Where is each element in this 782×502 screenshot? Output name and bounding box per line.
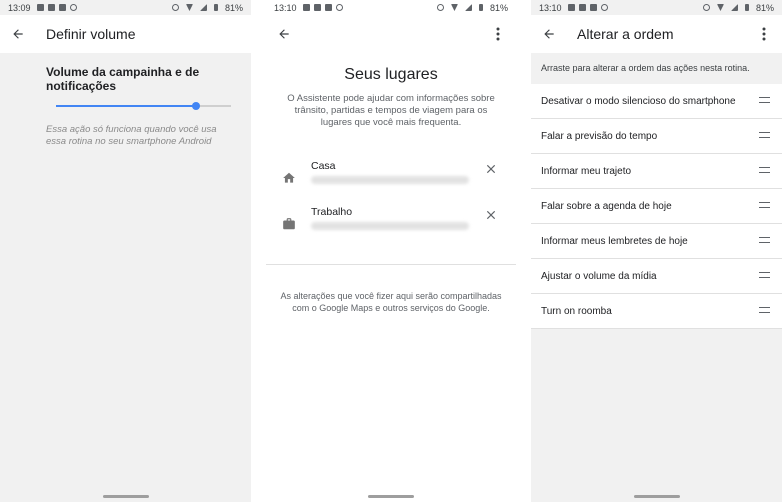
volume-setting-label: Volume da campainha e de notificações bbox=[46, 65, 200, 93]
home-icon bbox=[283, 172, 295, 183]
battery-icon bbox=[478, 4, 483, 11]
action-label: Desativar o modo silencioso do smartphon… bbox=[541, 95, 736, 107]
places-footer-note: As alterações que você fizer aqui serão … bbox=[280, 291, 502, 313]
alarm-icon bbox=[702, 4, 710, 11]
slider-thumb[interactable] bbox=[192, 102, 200, 110]
back-button[interactable] bbox=[539, 24, 559, 44]
alarm-icon bbox=[436, 4, 444, 11]
news-notification-icon bbox=[58, 4, 66, 11]
more-options-button[interactable] bbox=[488, 24, 508, 44]
page-title: Definir volume bbox=[46, 26, 136, 42]
battery-level: 81% bbox=[755, 2, 774, 13]
battery-level: 81% bbox=[489, 2, 508, 13]
status-time: 13:09 bbox=[8, 2, 31, 13]
drag-handle-icon[interactable] bbox=[759, 202, 770, 208]
gesture-bar[interactable] bbox=[368, 495, 414, 498]
signal-icon bbox=[199, 4, 207, 11]
place-item-home[interactable]: Casa bbox=[266, 160, 516, 196]
blurred-address bbox=[311, 176, 469, 184]
back-button[interactable] bbox=[274, 24, 294, 44]
arrow-back-icon bbox=[13, 29, 23, 39]
gesture-bar[interactable] bbox=[633, 495, 680, 498]
action-label: Falar sobre a agenda de hoje bbox=[541, 200, 672, 212]
drag-handle-icon[interactable] bbox=[759, 307, 770, 313]
briefcase-icon bbox=[283, 218, 295, 230]
signal-icon bbox=[730, 4, 738, 11]
place-name: Casa bbox=[311, 160, 336, 172]
image-notification-icon bbox=[36, 4, 44, 11]
gesture-bar[interactable] bbox=[102, 495, 149, 498]
slack-notification-icon bbox=[313, 4, 321, 11]
news-notification-icon bbox=[589, 4, 597, 11]
reorder-screen: 13:10 81% Alterar a ordem Arraste para a… bbox=[531, 0, 782, 502]
slack-notification-icon bbox=[578, 4, 586, 11]
more-vert-icon bbox=[496, 27, 500, 41]
more-options-button[interactable] bbox=[754, 24, 774, 44]
action-list: Desativar o modo silencioso do smartphon… bbox=[531, 84, 782, 329]
app-bar bbox=[266, 15, 516, 53]
app-bar: Alterar a ordem bbox=[531, 15, 782, 53]
list-item[interactable]: Informar meus lembretes de hoje bbox=[531, 224, 782, 259]
wifi-icon bbox=[450, 4, 458, 11]
list-item[interactable]: Ajustar o volume da mídia bbox=[531, 259, 782, 294]
reorder-hint: Arraste para alterar a ordem das ações n… bbox=[531, 53, 782, 84]
image-notification-icon bbox=[302, 4, 310, 11]
arrow-back-icon bbox=[544, 29, 554, 39]
signal-icon bbox=[464, 4, 472, 11]
action-label: Ajustar o volume da mídia bbox=[541, 270, 657, 282]
battery-level: 81% bbox=[224, 2, 243, 13]
drag-handle-icon[interactable] bbox=[759, 167, 770, 173]
arrow-back-icon bbox=[279, 29, 289, 39]
wifi-icon bbox=[185, 4, 193, 11]
action-label: Informar meu trajeto bbox=[541, 165, 632, 177]
status-time: 13:10 bbox=[274, 2, 297, 13]
drag-handle-icon[interactable] bbox=[759, 97, 770, 103]
battery-icon bbox=[744, 4, 749, 11]
list-item[interactable]: Desativar o modo silencioso do smartphon… bbox=[531, 84, 782, 119]
blurred-address bbox=[311, 222, 469, 230]
wifi-icon bbox=[716, 4, 724, 11]
back-button[interactable] bbox=[8, 24, 28, 44]
drag-handle-icon[interactable] bbox=[759, 237, 770, 243]
slider-fill bbox=[56, 105, 196, 107]
status-bar: 13:10 81% bbox=[266, 0, 516, 15]
voicemail-icon bbox=[600, 4, 608, 11]
volume-screen: 13:09 81% Definir volume Volume da campa… bbox=[0, 0, 251, 502]
place-name: Trabalho bbox=[311, 206, 353, 218]
action-label: Informar meus lembretes de hoje bbox=[541, 235, 688, 247]
action-label: Turn on roomba bbox=[541, 305, 612, 317]
list-item[interactable]: Falar sobre a agenda de hoje bbox=[531, 189, 782, 224]
close-icon[interactable] bbox=[484, 208, 498, 222]
alarm-icon bbox=[171, 4, 179, 11]
status-bar: 13:09 81% bbox=[0, 0, 251, 15]
note-text: Essa ação só funciona quando você usa es… bbox=[46, 124, 217, 147]
status-time: 13:10 bbox=[539, 2, 562, 13]
news-notification-icon bbox=[324, 4, 332, 11]
place-item-work[interactable]: Trabalho bbox=[266, 206, 516, 242]
status-bar: 13:10 81% bbox=[531, 0, 782, 15]
volume-slider[interactable] bbox=[56, 102, 231, 110]
app-bar: Definir volume bbox=[0, 15, 251, 53]
close-icon[interactable] bbox=[484, 162, 498, 176]
battery-icon bbox=[213, 4, 218, 11]
list-item[interactable]: Falar a previsão do tempo bbox=[531, 119, 782, 154]
page-title: Alterar a ordem bbox=[577, 26, 674, 42]
drag-handle-icon[interactable] bbox=[759, 132, 770, 138]
list-item[interactable]: Turn on roomba bbox=[531, 294, 782, 329]
places-screen: 13:10 81% Seus lugares O Assistente pode… bbox=[266, 0, 516, 502]
places-title: Seus lugares bbox=[344, 66, 438, 83]
action-label: Falar a previsão do tempo bbox=[541, 130, 658, 142]
places-description: O Assistente pode ajudar com informações… bbox=[287, 93, 495, 128]
more-vert-icon bbox=[762, 27, 766, 41]
voicemail-icon bbox=[335, 4, 343, 11]
divider bbox=[266, 264, 516, 265]
image-notification-icon bbox=[567, 4, 575, 11]
drag-handle-icon[interactable] bbox=[759, 272, 770, 278]
slack-notification-icon bbox=[47, 4, 55, 11]
voicemail-icon bbox=[69, 4, 77, 11]
list-item[interactable]: Informar meu trajeto bbox=[531, 154, 782, 189]
